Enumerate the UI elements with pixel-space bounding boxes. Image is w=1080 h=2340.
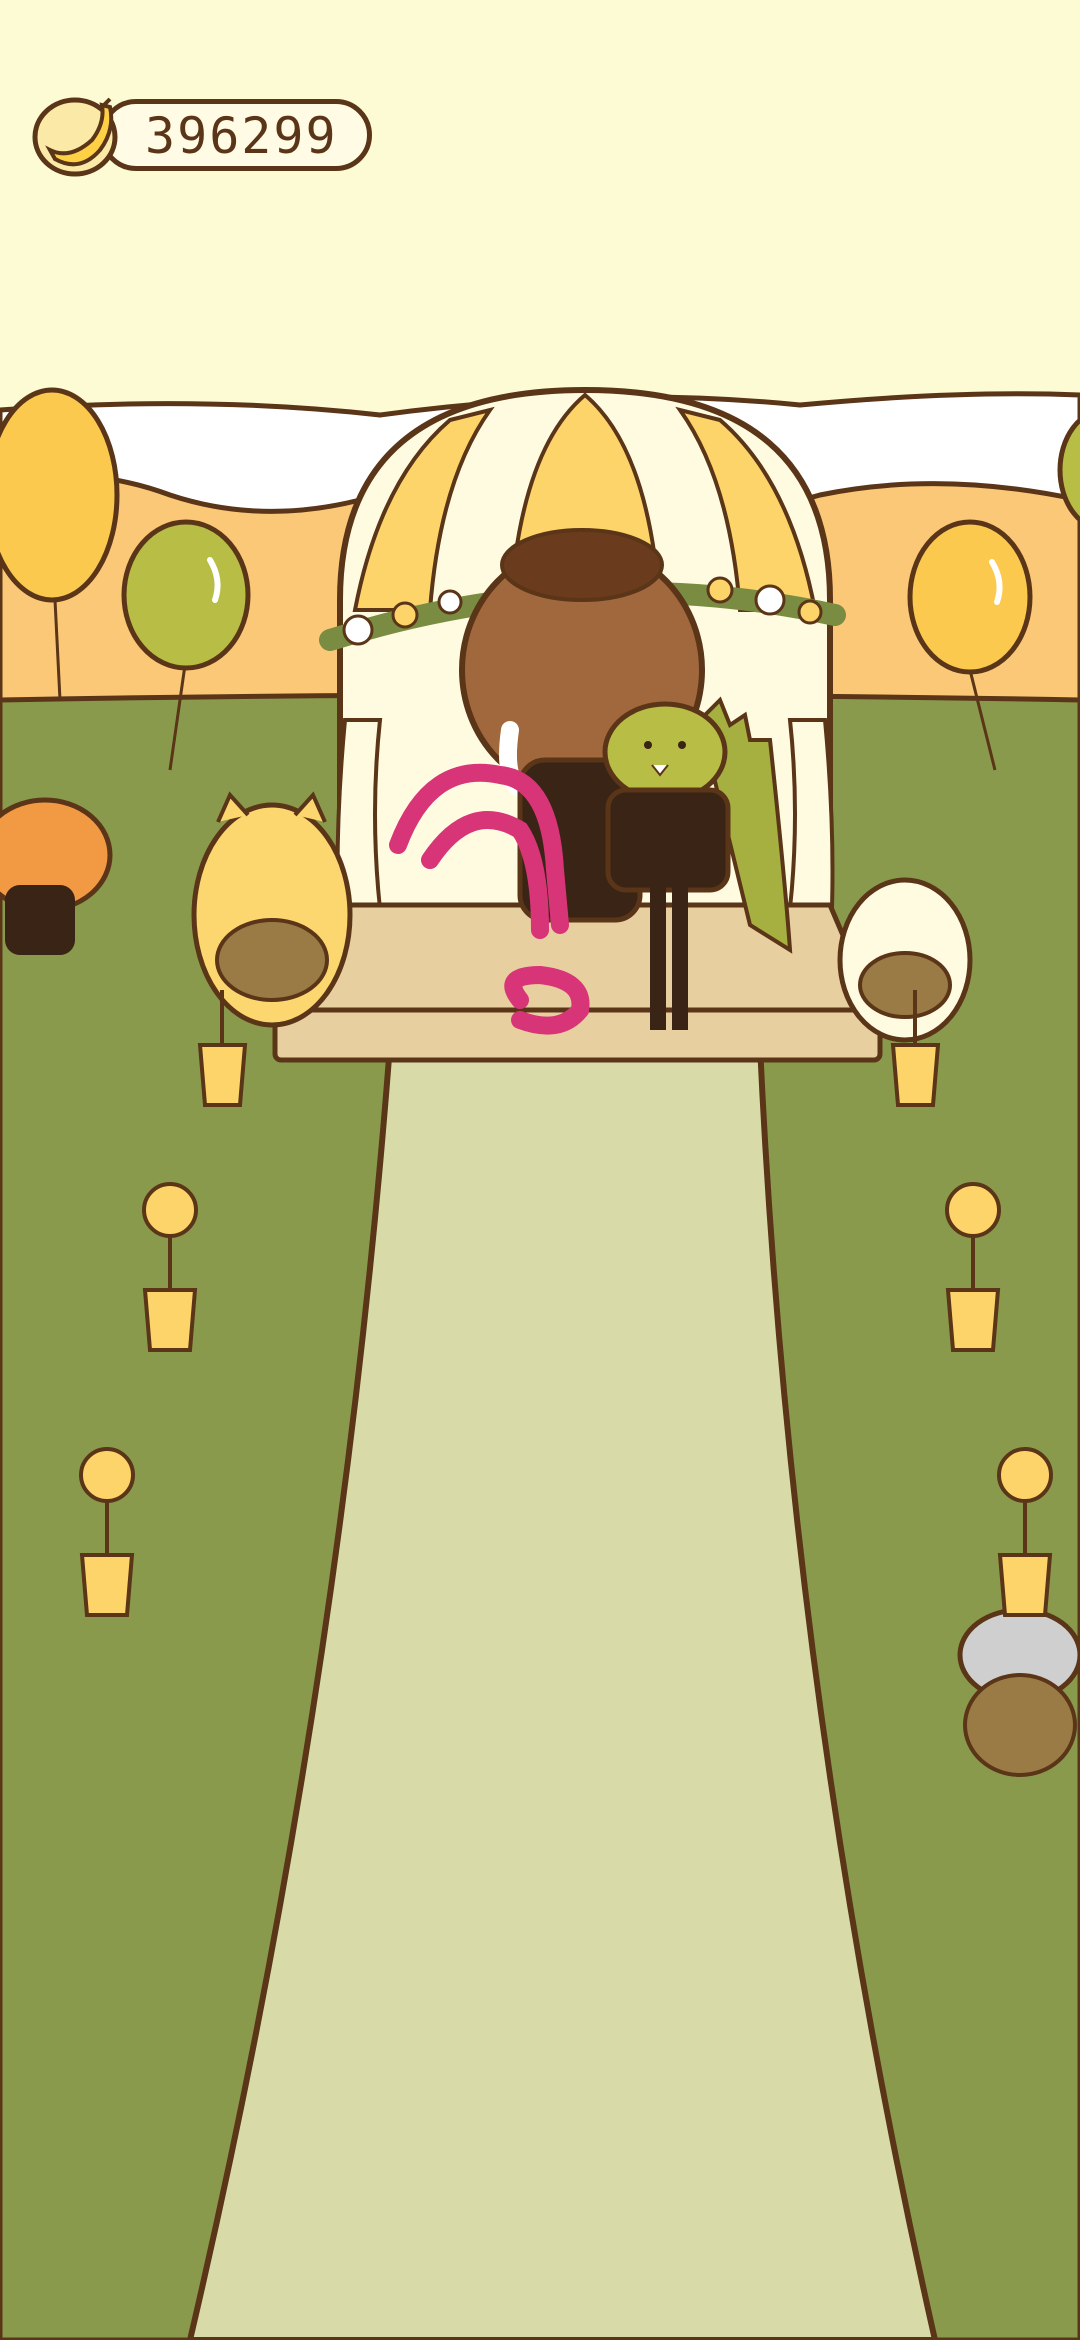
- currency-hud: 396299: [30, 95, 380, 177]
- banana-icon: [32, 97, 118, 177]
- currency-amount: 396299: [145, 107, 338, 165]
- calico-cat-character: [837, 877, 973, 1043]
- wedding-scene: [0, 0, 1080, 2340]
- grey-cat-character: [957, 1607, 1080, 1777]
